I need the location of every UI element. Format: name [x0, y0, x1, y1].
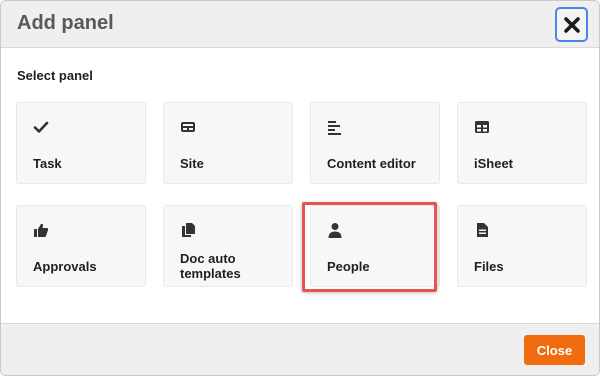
- file-icon: [477, 223, 488, 237]
- dialog-title: Add panel: [17, 12, 114, 34]
- panel-label: Task: [33, 156, 62, 171]
- dialog-footer: Close: [1, 323, 599, 375]
- panel-tile-site[interactable]: Site: [163, 102, 293, 184]
- panel-tile-content-editor[interactable]: Content editor: [310, 102, 440, 184]
- section-label: Select panel: [17, 68, 93, 83]
- table-icon: [475, 121, 489, 133]
- add-panel-dialog: Add panel Select panel Task Site Content…: [0, 0, 600, 376]
- person-icon: [328, 223, 342, 238]
- panel-tile-task[interactable]: Task: [16, 102, 146, 184]
- panel-label: Content editor: [327, 156, 416, 171]
- panel-label: Approvals: [33, 259, 97, 274]
- close-button[interactable]: Close: [524, 335, 585, 365]
- text-align-icon: [328, 121, 341, 135]
- checkmark-icon: [33, 121, 49, 133]
- panel-tile-files[interactable]: Files: [457, 205, 587, 287]
- panel-tile-approvals[interactable]: Approvals: [16, 205, 146, 287]
- close-x-icon: [563, 16, 580, 33]
- panel-tile-doc-auto-templates[interactable]: Doc auto templates: [163, 205, 293, 287]
- panel-label: People: [327, 259, 370, 274]
- thumbs-up-icon: [34, 223, 49, 237]
- site-icon: [181, 122, 195, 132]
- panel-label: Files: [474, 259, 504, 274]
- panel-tile-isheet[interactable]: iSheet: [457, 102, 587, 184]
- panel-tile-people[interactable]: People: [310, 205, 440, 287]
- close-x-button[interactable]: [555, 7, 588, 42]
- documents-icon: [182, 223, 195, 237]
- dialog-header: Add panel: [1, 1, 599, 48]
- panel-label: Site: [180, 156, 204, 171]
- panel-label: iSheet: [474, 156, 514, 171]
- panel-label: Doc auto templates: [180, 251, 241, 281]
